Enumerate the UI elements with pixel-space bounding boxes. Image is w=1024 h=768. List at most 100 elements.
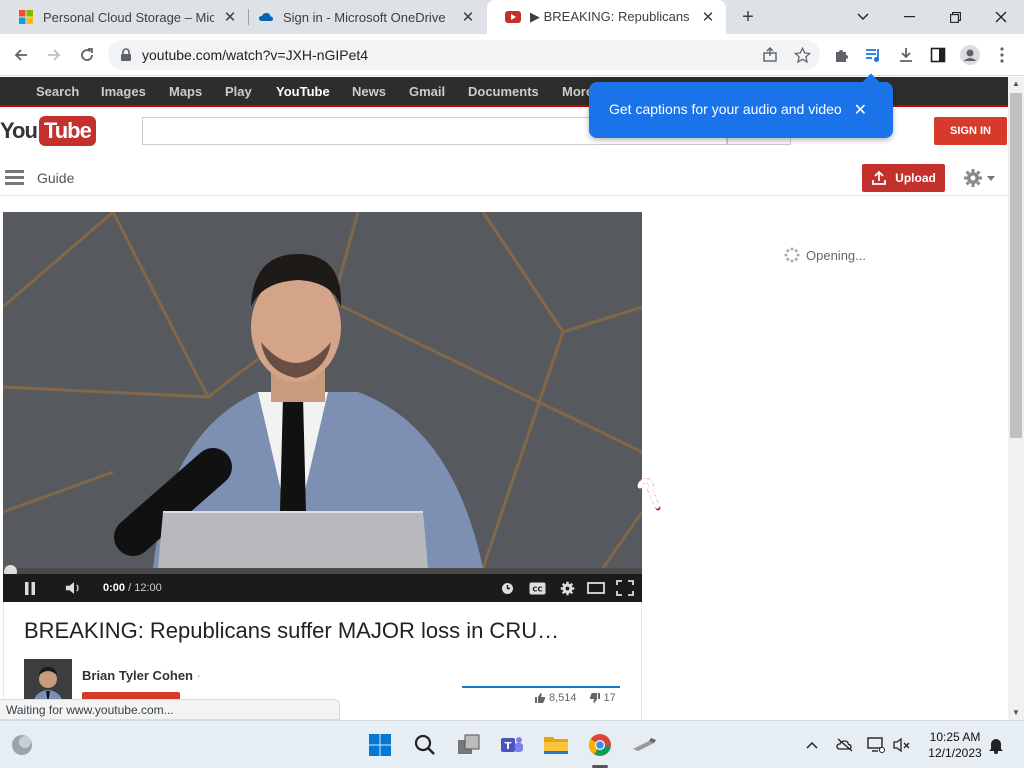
file-explorer-icon[interactable] bbox=[540, 729, 572, 761]
forward-button[interactable] bbox=[42, 43, 66, 67]
video-title: BREAKING: Republicans suffer MAJOR loss … bbox=[24, 618, 560, 643]
volume-muted-icon[interactable] bbox=[892, 735, 912, 755]
gbar-link-maps[interactable]: Maps bbox=[169, 84, 202, 99]
extensions-icon[interactable] bbox=[831, 44, 853, 66]
close-tab-icon[interactable]: ✕ bbox=[700, 9, 716, 26]
tab-search-chevron-icon[interactable] bbox=[840, 0, 886, 34]
watch-later-clock-icon[interactable] bbox=[498, 579, 516, 597]
settings-gear-icon[interactable] bbox=[963, 166, 997, 190]
dislike-count: 17 bbox=[603, 692, 616, 704]
side-panel-icon[interactable] bbox=[927, 44, 949, 66]
page-scrollbar[interactable]: ▲ ▼ bbox=[1008, 77, 1024, 720]
minimize-button[interactable] bbox=[886, 0, 932, 34]
close-tab-icon[interactable]: ✕ bbox=[460, 9, 476, 26]
player-settings-icon[interactable] bbox=[558, 579, 576, 597]
address-bar[interactable]: youtube.com/watch?v=JXH-nGIPet4 bbox=[108, 40, 820, 70]
clock-time: 10:25 AM bbox=[929, 730, 981, 744]
upload-button[interactable]: Upload bbox=[862, 164, 945, 192]
notification-bell-icon[interactable] bbox=[986, 735, 1006, 755]
pen-app-icon[interactable] bbox=[628, 729, 660, 761]
start-button-icon[interactable] bbox=[364, 729, 396, 761]
lock-icon bbox=[121, 48, 131, 61]
chrome-taskbar-icon[interactable] bbox=[584, 729, 616, 761]
svg-text:CC: CC bbox=[532, 585, 542, 593]
like-ratio-bar bbox=[462, 686, 620, 688]
share-icon[interactable] bbox=[759, 44, 781, 66]
theater-mode-icon[interactable] bbox=[587, 579, 605, 597]
gbar-link-search[interactable]: Search bbox=[36, 84, 79, 99]
pause-icon[interactable] bbox=[21, 579, 39, 597]
browser-status-bar: Waiting for www.youtube.com... bbox=[0, 699, 340, 720]
tab-title: Sign in - Microsoft OneDrive bbox=[283, 9, 446, 25]
profile-avatar-icon[interactable] bbox=[959, 44, 981, 66]
system-clock[interactable]: 10:25 AM 12/1/2023 bbox=[916, 729, 994, 761]
reload-button[interactable] bbox=[75, 43, 99, 67]
tab-onedrive-signin[interactable]: Sign in - Microsoft OneDrive ✕ bbox=[240, 0, 486, 34]
gbar-link-documents[interactable]: Documents bbox=[468, 84, 539, 99]
close-popup-icon[interactable]: ✕ bbox=[854, 100, 867, 120]
restore-button[interactable] bbox=[932, 0, 978, 34]
close-tab-icon[interactable]: ✕ bbox=[222, 9, 238, 26]
browser-toolbar: youtube.com/watch?v=JXH-nGIPet4 bbox=[0, 34, 1024, 76]
fullscreen-icon[interactable] bbox=[616, 579, 634, 597]
gbar-link-play[interactable]: Play bbox=[225, 84, 252, 99]
guide-row: Guide bbox=[0, 158, 1008, 196]
sign-in-button[interactable]: SIGN IN bbox=[934, 117, 1007, 145]
tab-youtube-video[interactable]: ▶ BREAKING: Republicans suffer MAJOR los… bbox=[487, 0, 726, 34]
scroll-down-arrow-icon[interactable]: ▼ bbox=[1008, 706, 1024, 720]
svg-text:T: T bbox=[505, 741, 512, 752]
youtube-icon bbox=[505, 11, 521, 23]
tab-personal-cloud-storage[interactable]: Personal Cloud Storage – Microsoft ✕ bbox=[0, 0, 248, 34]
sidebar-loading: Opening... bbox=[784, 247, 866, 263]
bookmark-star-icon[interactable] bbox=[791, 44, 813, 66]
guide-label[interactable]: Guide bbox=[37, 170, 74, 186]
gbar-link-images[interactable]: Images bbox=[101, 84, 146, 99]
upload-icon bbox=[872, 170, 887, 185]
media-playlist-icon[interactable] bbox=[863, 44, 885, 66]
new-tab-button[interactable]: + bbox=[738, 7, 758, 27]
scroll-up-arrow-icon[interactable]: ▲ bbox=[1008, 77, 1024, 91]
gbar-link-news[interactable]: News bbox=[352, 84, 386, 99]
windows-taskbar: T 10:25 AM 12/1/2023 bbox=[0, 720, 1024, 768]
teams-icon[interactable]: T bbox=[496, 729, 528, 761]
tab-title: Personal Cloud Storage – Microsoft bbox=[43, 9, 214, 25]
scrollbar-thumb[interactable] bbox=[1010, 93, 1022, 438]
time-display: 0:00 / 12:00 bbox=[103, 582, 162, 594]
tab-strip: Personal Cloud Storage – Microsoft ✕ Sig… bbox=[0, 0, 1024, 34]
weather-widget-icon[interactable] bbox=[6, 729, 38, 761]
onedrive-tray-icon[interactable] bbox=[835, 735, 855, 755]
screen: Personal Cloud Storage – Microsoft ✕ Sig… bbox=[0, 0, 1024, 768]
onedrive-icon bbox=[259, 13, 273, 21]
hamburger-menu-icon[interactable] bbox=[5, 170, 24, 185]
gbar-link-gmail[interactable]: Gmail bbox=[409, 84, 445, 99]
search-icon[interactable] bbox=[409, 729, 441, 761]
youtube-logo[interactable]: You Tube bbox=[0, 116, 96, 146]
channel-name-row: Brian Tyler Cohen · bbox=[82, 668, 201, 683]
logo-tube: Tube bbox=[38, 116, 96, 146]
task-view-icon[interactable] bbox=[453, 729, 485, 761]
logo-you: You bbox=[0, 118, 38, 143]
thumbs-down-icon[interactable] bbox=[589, 692, 601, 704]
video-frame[interactable] bbox=[3, 212, 642, 568]
like-count: 8,514 bbox=[549, 692, 577, 704]
gbar-link-youtube[interactable]: YouTube bbox=[276, 84, 330, 99]
volume-icon[interactable] bbox=[65, 579, 83, 597]
loading-spinner-icon bbox=[784, 247, 800, 263]
current-time: 0:00 bbox=[103, 582, 126, 594]
tab-title: ▶ BREAKING: Republicans suffer MAJOR los… bbox=[530, 9, 692, 24]
captions-cc-icon[interactable]: CC bbox=[528, 579, 546, 597]
video-player[interactable]: 0:00 / 12:00 CC bbox=[3, 212, 642, 602]
like-dislike-row: 8,514 17 bbox=[534, 692, 616, 704]
thumbs-up-icon[interactable] bbox=[534, 692, 546, 704]
network-icon[interactable] bbox=[866, 735, 886, 755]
duration: / 12:00 bbox=[128, 582, 162, 594]
microsoft-icon bbox=[19, 10, 33, 24]
download-icon[interactable] bbox=[895, 44, 917, 66]
channel-dot: · bbox=[196, 668, 201, 683]
show-hidden-icons-chevron-icon[interactable] bbox=[802, 735, 822, 755]
close-window-button[interactable] bbox=[978, 0, 1024, 34]
channel-name[interactable]: Brian Tyler Cohen bbox=[82, 668, 193, 683]
url-text: youtube.com/watch?v=JXH-nGIPet4 bbox=[142, 47, 369, 63]
chrome-menu-icon[interactable] bbox=[991, 44, 1013, 66]
back-button[interactable] bbox=[9, 43, 33, 67]
